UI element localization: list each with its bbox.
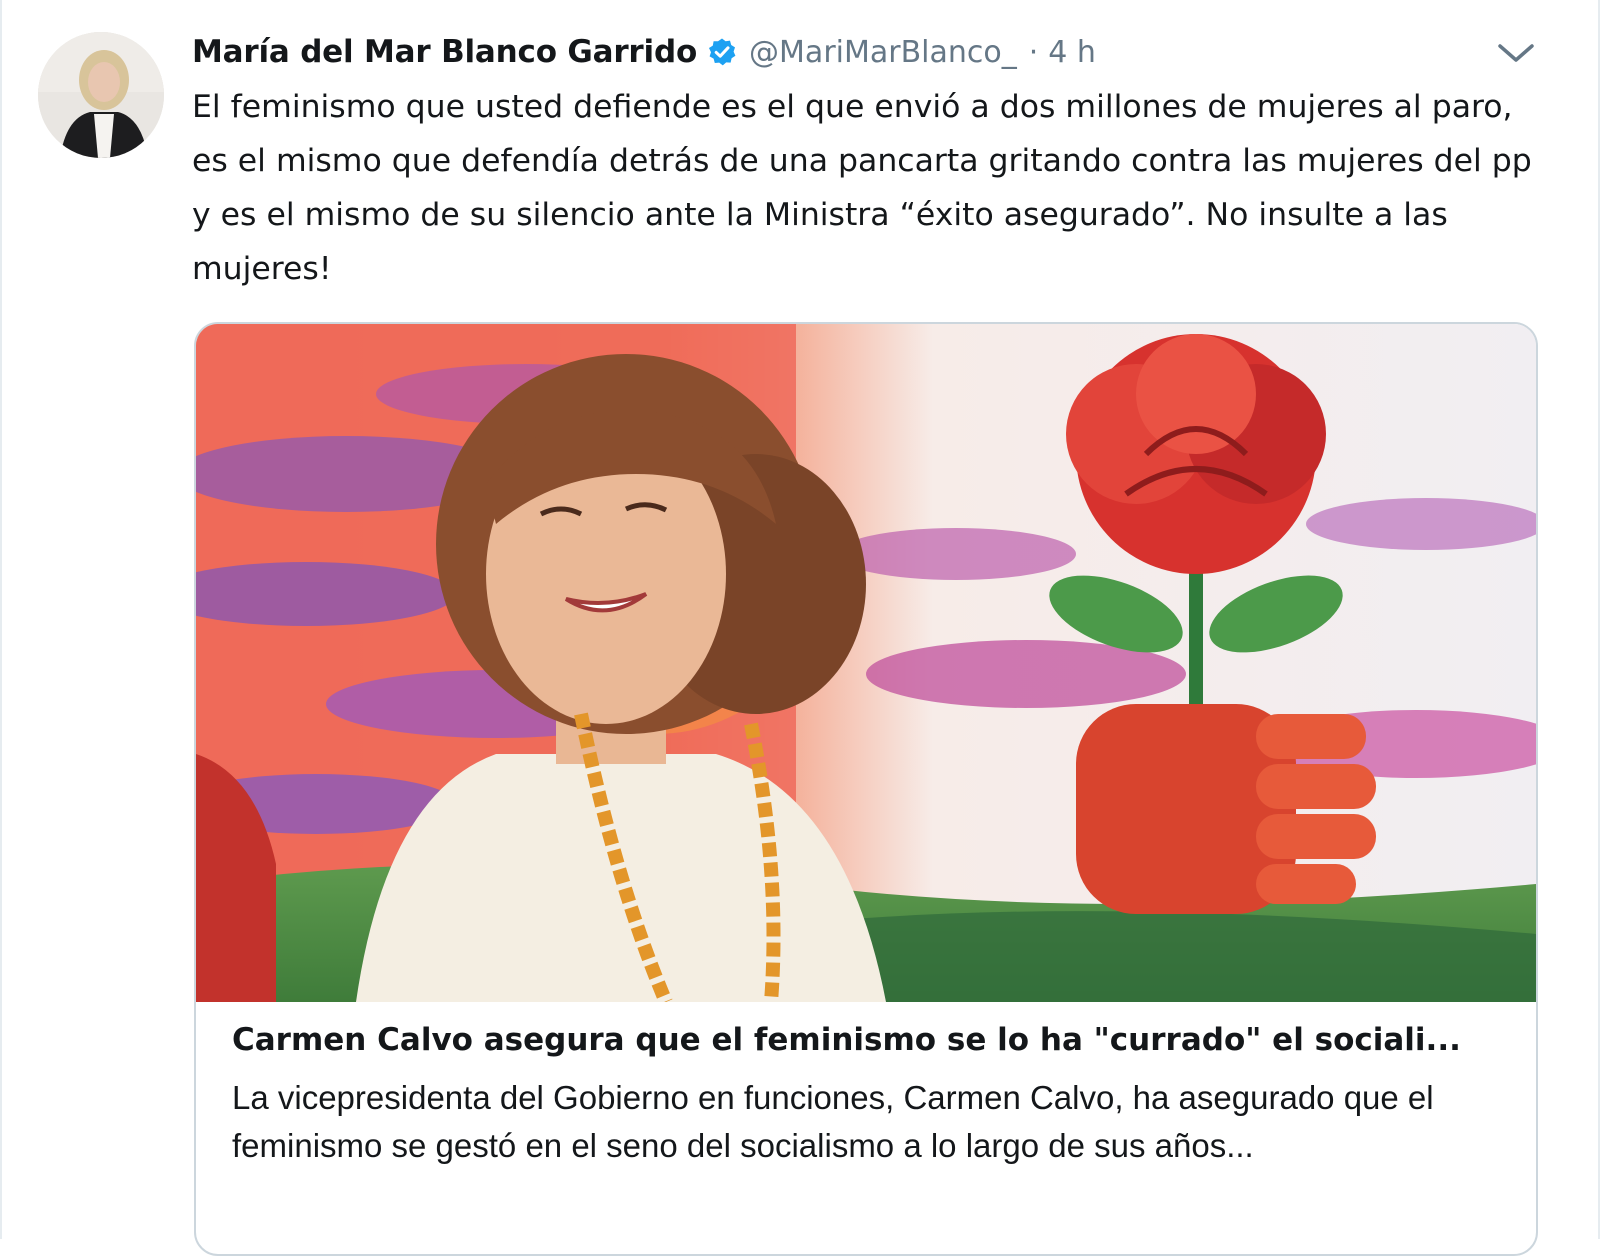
- card-title[interactable]: Carmen Calvo asegura que el feminismo se…: [232, 1018, 1502, 1062]
- card-image[interactable]: [196, 324, 1536, 1005]
- card-description: La vicepresidenta del Gobierno en funcio…: [232, 1079, 1434, 1164]
- link-card[interactable]: Carmen Calvo asegura que el feminismo se…: [194, 322, 1538, 1256]
- chevron-down-icon[interactable]: [1494, 38, 1538, 68]
- avatar-photo: [38, 32, 164, 158]
- tweet-text: El feminismo que usted defiende es el qu…: [192, 89, 1532, 287]
- tweet: María del Mar Blanco Garrido @MariMarBla…: [0, 0, 1600, 1256]
- tweet-header: María del Mar Blanco Garrido @MariMarBla…: [192, 28, 1096, 76]
- author-name[interactable]: María del Mar Blanco Garrido: [192, 34, 697, 70]
- separator-dot: ·: [1028, 34, 1039, 70]
- timestamp[interactable]: 4 h: [1048, 35, 1096, 70]
- author-handle[interactable]: @MariMarBlanco_: [749, 35, 1017, 70]
- verified-badge-icon: [707, 37, 737, 67]
- avatar[interactable]: [38, 32, 164, 158]
